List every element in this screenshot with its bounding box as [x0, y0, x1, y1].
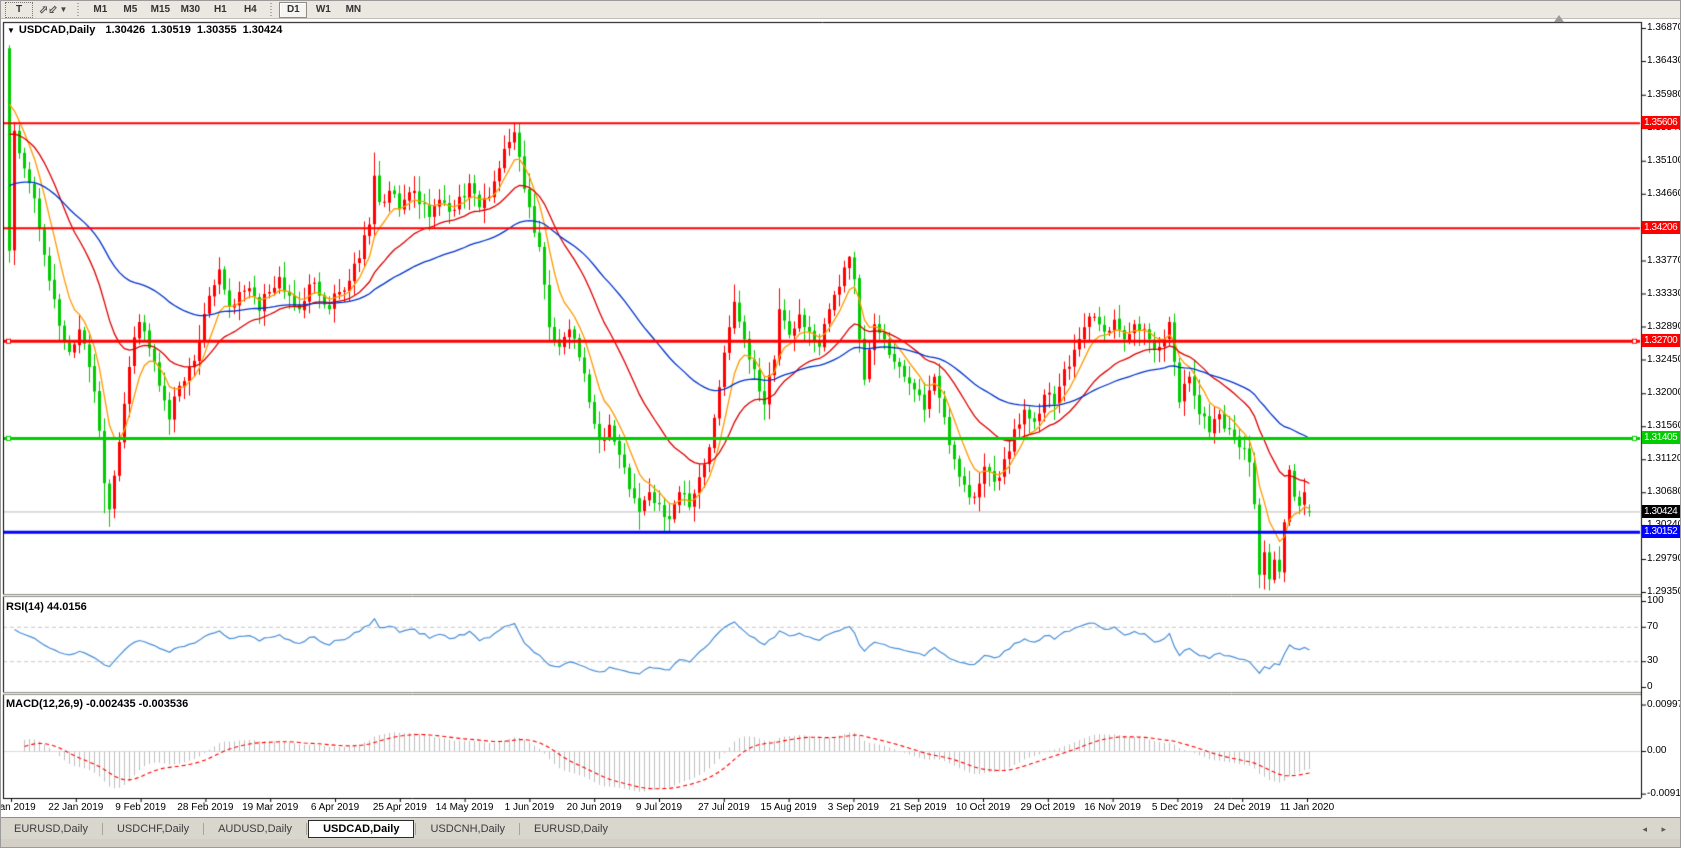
price-axis-tick: 1.31120 [1647, 453, 1681, 464]
date-axis-label: 3 Sep 2019 [828, 802, 879, 813]
quote-close: 1.30424 [243, 24, 283, 36]
date-axis-label: 5 Dec 2019 [1152, 802, 1203, 813]
tab-separator [203, 823, 204, 835]
price-axis-tick: 1.33770 [1647, 255, 1681, 266]
chart-area: ▼ USDCAD,Daily 1.30426 1.30519 1.30355 1.3042… [1, 19, 1681, 817]
price-axis-tick: 1.36870 [1647, 22, 1681, 33]
chart-symbol-label: USDCAD,Daily [19, 24, 95, 36]
date-axis-label: 1 Jun 2019 [505, 802, 555, 813]
date-axis-label: 22 Jan 2019 [48, 802, 103, 813]
price-axis-tick: 1.29790 [1647, 553, 1681, 564]
tab-separator [102, 823, 103, 835]
price-axis-tick: 1.33330 [1647, 288, 1681, 299]
date-axis-label: 11 Jan 2020 [1280, 802, 1334, 813]
price-axis-tick: 1.30680 [1647, 486, 1681, 497]
price-axis-tick: 1.32450 [1647, 354, 1681, 365]
chart-tab-bar: EURUSD,DailyUSDCHF,DailyAUDUSD,DailyUSDC… [1, 817, 1681, 840]
rsi-pane-label: RSI(14) 44.0156 [6, 601, 87, 613]
macd-pane-label: MACD(12,26,9) -0.002435 -0.003536 [6, 698, 188, 710]
rsi-axis-tick: 30 [1647, 655, 1658, 666]
quote-low: 1.30355 [197, 24, 237, 36]
date-axis-label: 10 Oct 2019 [956, 802, 1010, 813]
tab-separator [415, 823, 416, 835]
hline-price-badge: 1.34206 [1642, 221, 1681, 234]
price-axis-tick: 1.32000 [1647, 387, 1681, 398]
price-axis-tick: 1.32890 [1647, 321, 1681, 332]
date-axis-label: 15 Aug 2019 [761, 802, 817, 813]
date-axis-label: 9 Jul 2019 [636, 802, 682, 813]
chart-tab-audusd-2[interactable]: AUDUSD,Daily [205, 821, 305, 837]
quote-high: 1.30519 [151, 24, 191, 36]
rsi-axis-tick: 0 [1647, 681, 1653, 692]
date-axis-label: 19 Mar 2019 [242, 802, 298, 813]
terminal-window: T ⬀⬃ ▼ M1M5M15M30H1H4D1W1MN ▼USDCAD,Dail… [0, 0, 1681, 848]
hline-price-badge: 1.31405 [1642, 431, 1681, 444]
price-chart-canvas[interactable] [1, 1, 1681, 817]
price-axis-tick: 1.31560 [1647, 420, 1681, 431]
date-axis-label: 25 Apr 2019 [373, 802, 427, 813]
hline-price-badge: 1.32700 [1642, 334, 1681, 347]
collapse-caret-icon[interactable]: ▼ [7, 26, 15, 35]
price-axis-tick: 1.35980 [1647, 89, 1681, 100]
hline-price-badge: 1.30152 [1642, 525, 1681, 538]
rsi-axis-tick: 70 [1647, 621, 1658, 632]
date-axis-label: 27 Jul 2019 [698, 802, 750, 813]
price-axis-tick: 1.35100 [1647, 155, 1681, 166]
chart-tab-usdcad-3[interactable]: USDCAD,Daily [308, 820, 414, 838]
chart-tab-usdchf-1[interactable]: USDCHF,Daily [104, 821, 202, 837]
macd-axis-tick: -0.00915 [1647, 788, 1681, 799]
date-axis-label: 21 Sep 2019 [890, 802, 947, 813]
current-price-badge: 1.30424 [1642, 505, 1681, 518]
tab-scroll-arrows[interactable]: ◂ ▸ [1642, 824, 1672, 835]
tab-separator [519, 823, 520, 835]
date-axis-label: 9 Feb 2019 [115, 802, 166, 813]
date-axis-label: 6 Apr 2019 [311, 802, 359, 813]
chart-tab-eurusd-0[interactable]: EURUSD,Daily [1, 821, 101, 837]
quote-open: 1.30426 [105, 24, 145, 36]
date-axis-label: 24 Dec 2019 [1214, 802, 1271, 813]
chart-tab-eurusd-5[interactable]: EURUSD,Daily [521, 821, 621, 837]
price-axis-tick: 1.34660 [1647, 188, 1681, 199]
chart-title: ▼ USDCAD,Daily 1.30426 1.30519 1.30355 1.3042… [7, 24, 288, 36]
hline-price-badge: 1.35606 [1642, 116, 1681, 129]
macd-axis-tick: 0.00 [1647, 745, 1666, 756]
rsi-axis-tick: 100 [1647, 595, 1664, 606]
price-axis-tick: 1.36430 [1647, 55, 1681, 66]
chart-shift-marker-icon[interactable] [1554, 15, 1564, 22]
tab-separator [306, 823, 307, 835]
macd-axis-tick: 0.009975 [1647, 699, 1681, 710]
chart-tab-usdcnh-4[interactable]: USDCNH,Daily [417, 821, 518, 837]
date-axis-label: 28 Feb 2019 [177, 802, 233, 813]
date-axis-label: 20 Jun 2019 [567, 802, 622, 813]
date-axis-label: 3 Jan 2019 [0, 802, 36, 813]
date-axis-label: 29 Oct 2019 [1021, 802, 1075, 813]
date-axis-label: 16 Nov 2019 [1084, 802, 1141, 813]
date-axis-label: 14 May 2019 [436, 802, 494, 813]
status-strip [1, 839, 1681, 848]
